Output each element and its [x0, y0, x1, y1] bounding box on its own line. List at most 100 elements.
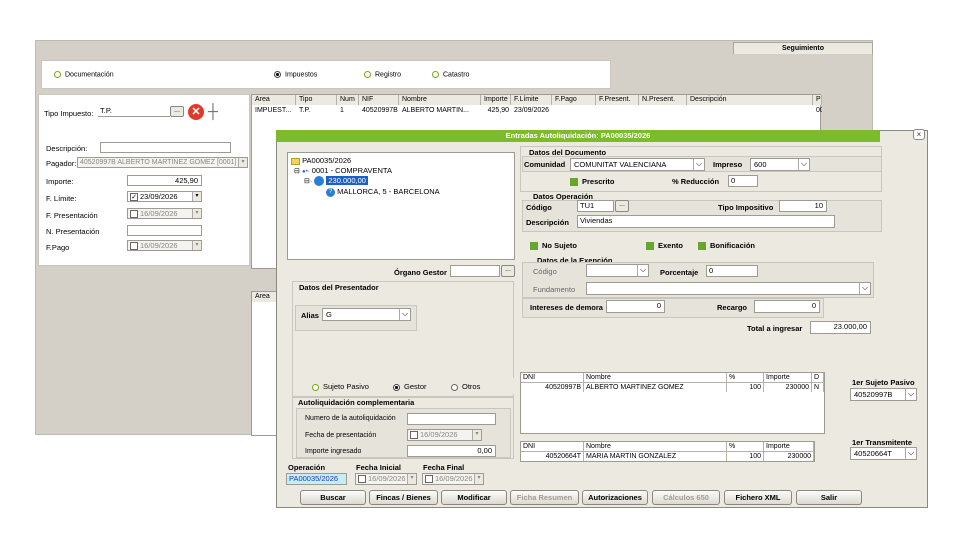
col-porcentaje[interactable]: %: [727, 373, 764, 383]
radio-catastro[interactable]: Catastro: [432, 71, 469, 78]
f-pago-date[interactable]: 16/09/2026 ▾: [127, 240, 202, 251]
autorizaciones-button[interactable]: Autorizaciones: [582, 490, 648, 505]
collapse-icon: ⊟·: [304, 178, 313, 185]
porcentaje-field[interactable]: 0: [706, 265, 758, 277]
organo-lookup-button[interactable]: ...: [501, 265, 515, 277]
fecha-inicial-date[interactable]: 16/09/2026 ▾: [355, 473, 417, 485]
fincas-bienes-button[interactable]: Fincas / Bienes: [369, 490, 438, 505]
col-dni[interactable]: DNI: [521, 373, 584, 383]
numero-autoliquidacion-field[interactable]: [407, 413, 496, 425]
importe-ingresado-label: Importe ingresado: [305, 448, 362, 455]
grid-header[interactable]: Pr: [813, 95, 822, 105]
radio-impuestos[interactable]: Impuestos: [274, 71, 317, 78]
tree-root[interactable]: PA00035/2026: [291, 156, 351, 165]
impreso-select[interactable]: 600 ⌵: [750, 158, 810, 171]
prescrito-checkbox[interactable]: Prescrito: [570, 177, 615, 187]
reduccion-field[interactable]: 0: [728, 175, 758, 187]
total-field: 23.000,00: [810, 321, 871, 334]
grid-header[interactable]: Nombre: [399, 95, 481, 105]
tree-node-compraventa[interactable]: ⊟ ●•· 0001 - COMPRAVENTA: [294, 166, 392, 175]
exencion-codigo-select[interactable]: ⌵: [586, 264, 649, 277]
grid-header[interactable]: Area: [252, 95, 296, 105]
descripcion-label: Descripción:: [46, 144, 88, 153]
fecha-presentacion-date[interactable]: 16/09/2026 ▾: [407, 429, 482, 441]
alias-select[interactable]: G ⌵: [322, 308, 411, 321]
grid-header[interactable]: F.Límite: [511, 95, 552, 105]
grid-header[interactable]: Descripción: [687, 95, 813, 105]
radio-otros[interactable]: Otros: [451, 382, 480, 391]
grid-cell: ALBERTO MARTIN...: [402, 107, 469, 114]
organo-gestor-label: Órgano Gestor: [394, 268, 447, 277]
comunidad-select[interactable]: COMUNITAT VALENCIANA ⌵: [570, 158, 705, 171]
grid-header[interactable]: NIF: [359, 95, 399, 105]
tree-node-finca[interactable]: ? MALLORCA, 5 - BARCELONA: [326, 187, 440, 197]
primer-transmitente-label: 1er Transmitente: [852, 438, 913, 447]
bonificacion-checkbox[interactable]: Bonificación: [698, 241, 755, 251]
fecha-inicial-label: Fecha Inicial: [356, 463, 402, 472]
delete-icon[interactable]: ✕: [188, 104, 204, 120]
col-nombre[interactable]: Nombre: [584, 442, 727, 452]
importe-field[interactable]: 425,90: [127, 175, 202, 186]
no-sujeto-checkbox[interactable]: No Sujeto: [530, 241, 577, 251]
descripcion-field[interactable]: [100, 142, 231, 153]
grid-header[interactable]: F.Pago: [552, 95, 596, 105]
primer-sujeto-select[interactable]: 40520997B ⌵: [850, 388, 917, 401]
grid-header[interactable]: Num: [337, 95, 359, 105]
grid-header[interactable]: Tipo: [296, 95, 337, 105]
exento-checkbox[interactable]: Exento: [646, 241, 683, 251]
coin-icon: [314, 176, 325, 187]
col-importe[interactable]: Importe: [764, 373, 812, 383]
col-nombre[interactable]: Nombre: [584, 373, 727, 383]
cell-nombre: MARIA MARTIN GONZALEZ: [584, 452, 727, 461]
fecha-final-date[interactable]: 16/09/2026 ▾: [422, 473, 484, 485]
col-importe[interactable]: Importe: [764, 442, 814, 452]
buscar-button[interactable]: Buscar: [300, 490, 366, 505]
col-porcentaje[interactable]: %: [727, 442, 764, 452]
grid-header[interactable]: F.Present.: [596, 95, 639, 105]
alias-label: Alias: [301, 311, 319, 320]
codigo-lookup-button[interactable]: ...: [615, 200, 629, 212]
operacion-field[interactable]: PA00035/2026: [286, 473, 347, 485]
importe-label: Importe:: [46, 177, 74, 186]
cell-d: N: [812, 383, 824, 392]
grid-header[interactable]: Importe: [481, 95, 511, 105]
complementaria-title: Autoliquidación complementaria: [298, 398, 415, 407]
recargo-field[interactable]: 0: [754, 300, 820, 313]
radio-sujeto-pasivo[interactable]: Sujeto Pasivo: [312, 382, 369, 391]
codigo-field[interactable]: TU1: [577, 200, 614, 212]
n-presentacion-field[interactable]: [127, 225, 202, 236]
primer-transmitente-select[interactable]: 40520664T ⌵: [850, 447, 917, 460]
col-d[interactable]: D: [812, 373, 824, 383]
ficha-resumen-button[interactable]: Ficha Resumen: [510, 490, 579, 505]
descripcion-op-field[interactable]: Viviendas: [577, 215, 835, 228]
importe-ingresado-field[interactable]: 0,00: [407, 445, 496, 457]
tipo-impuesto-field[interactable]: T.P.: [98, 106, 170, 117]
radio-registro[interactable]: Registro: [364, 71, 401, 78]
pagador-select[interactable]: 40520997B ALBERTO MARTINEZ GOMEZ [0001] ▾: [77, 157, 248, 168]
tree-node-importe[interactable]: ⊟· 230.000,00: [304, 176, 368, 187]
fichero-xml-button[interactable]: Fichero XML: [724, 490, 792, 505]
close-icon[interactable]: ×: [913, 129, 925, 140]
tipo-impositivo-field[interactable]: 10: [779, 200, 827, 212]
f-limite-date[interactable]: ✓ 23/09/2026 ▾: [127, 191, 202, 202]
operation-tree[interactable]: PA00035/2026 ⊟ ●•· 0001 - COMPRAVENTA ⊟·…: [287, 152, 515, 260]
fundamento-select[interactable]: ⌵: [586, 282, 871, 295]
salir-button[interactable]: Salir: [796, 490, 862, 505]
grid-header[interactable]: N.Present.: [639, 95, 687, 105]
f-presentacion-date[interactable]: 16/09/2026 ▾: [127, 208, 202, 219]
category-radio-panel: Documentación Impuestos Registro Catastr…: [41, 60, 611, 89]
grid-cell: 23/09/2026: [514, 107, 550, 114]
cell-dni: 40520997B: [521, 383, 584, 392]
calculos-650-button[interactable]: Cálculos 650: [652, 490, 720, 505]
col-dni[interactable]: DNI: [521, 442, 584, 452]
radio-documentacion[interactable]: Documentación: [54, 71, 114, 78]
tipo-impuesto-label: Tipo Impuesto:: [44, 109, 94, 118]
folder-icon: [291, 157, 300, 165]
tab-seguimiento[interactable]: Seguimiento: [733, 42, 873, 54]
lookup-button[interactable]: ...: [170, 106, 184, 117]
intereses-field[interactable]: 0: [606, 300, 665, 313]
grid-icon[interactable]: ┼: [208, 104, 223, 119]
organo-gestor-field[interactable]: [450, 265, 500, 277]
modificar-button[interactable]: Modificar: [441, 490, 507, 505]
radio-gestor[interactable]: Gestor: [393, 382, 427, 391]
